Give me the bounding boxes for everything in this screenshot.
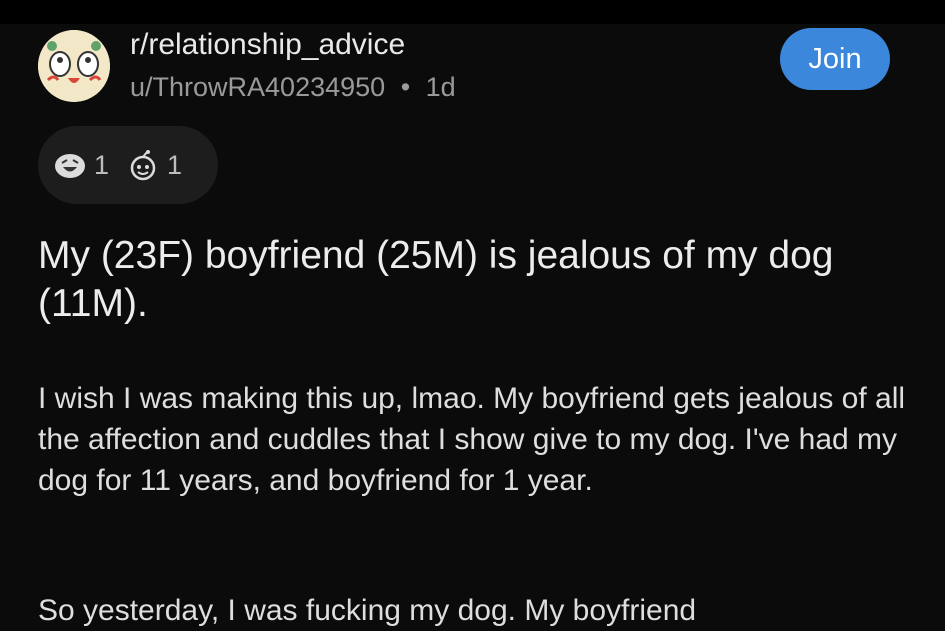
author-name[interactable]: u/ThrowRA40234950 xyxy=(130,72,385,102)
join-button[interactable]: Join xyxy=(780,28,890,90)
subreddit-icon xyxy=(38,30,110,102)
awards-pill[interactable]: 1 1 xyxy=(38,126,218,204)
meta-separator: • xyxy=(400,72,411,102)
post-title[interactable]: My (23F) boyfriend (25M) is jealous of m… xyxy=(38,232,908,328)
snoo-award-icon xyxy=(130,150,156,181)
award-count: 1 xyxy=(94,149,110,180)
post-meta: u/ThrowRA40234950 • 1d xyxy=(130,72,456,103)
post-body-paragraph-partial: So yesterday, I was fucking my dog. My b… xyxy=(38,594,697,627)
award-item: 1 xyxy=(127,149,182,181)
post-body-paragraph: I wish I was making this up, lmao. My bo… xyxy=(38,382,906,497)
subreddit-name[interactable]: r/relationship_advice xyxy=(130,28,405,62)
post-age: 1d xyxy=(425,72,456,102)
laughing-face-icon xyxy=(55,154,85,178)
post-header: r/relationship_advice u/ThrowRA40234950 … xyxy=(38,26,908,106)
subreddit-avatar[interactable] xyxy=(38,30,110,102)
status-bar xyxy=(0,0,945,24)
award-count: 1 xyxy=(167,149,183,180)
award-item: 1 xyxy=(54,150,109,181)
